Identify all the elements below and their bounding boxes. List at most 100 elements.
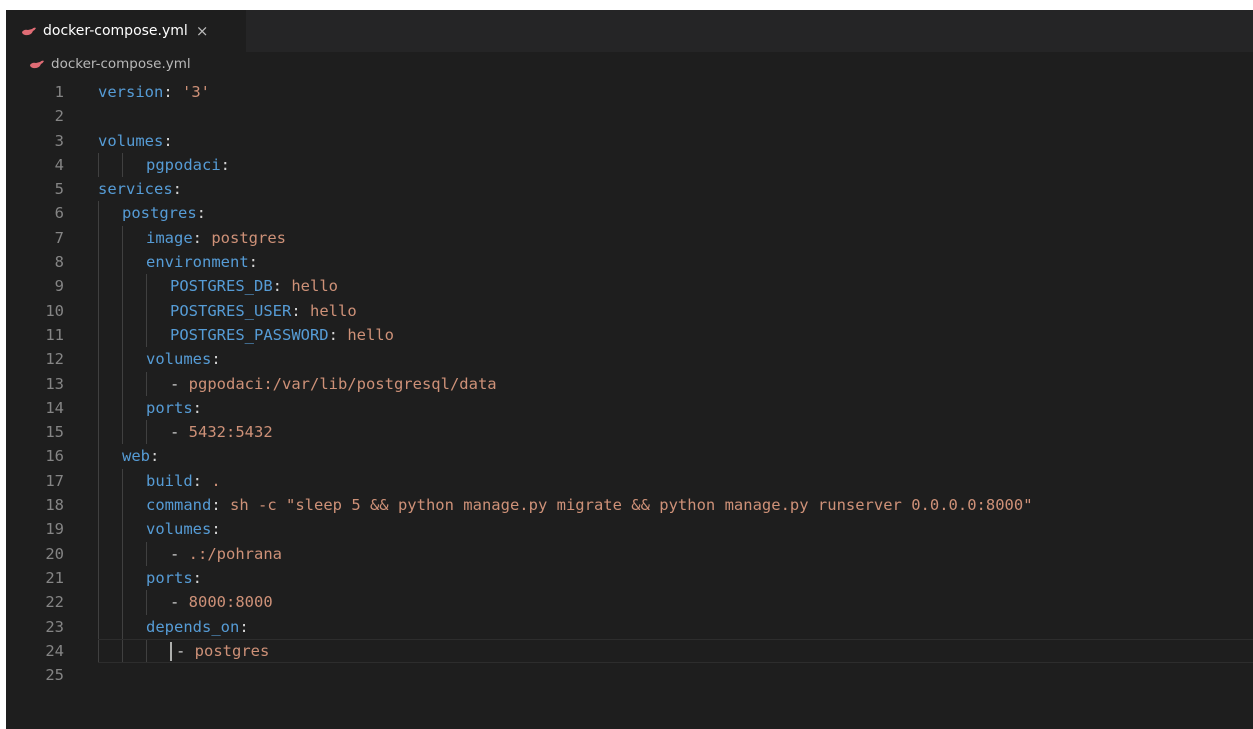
line-number: 5 (54, 180, 64, 199)
punctuation: : (172, 180, 182, 199)
code-content: POSTGRES_USER: hello (98, 299, 357, 323)
code-line[interactable]: 20 - .:/pohrana (6, 542, 1253, 566)
line-number: 18 (45, 496, 64, 515)
code-line[interactable]: 15 - 5432:5432 (6, 420, 1253, 444)
code-line[interactable]: 22 - 8000:8000 (6, 590, 1253, 614)
code-line[interactable]: 14 ports: (6, 396, 1253, 420)
indent-guide (98, 615, 122, 639)
indent-guide (98, 299, 122, 323)
code-line[interactable]: 16 web: (6, 444, 1253, 468)
line-number: 7 (54, 228, 64, 247)
code-line[interactable]: 4 pgpodaci: (6, 153, 1253, 177)
indent-guide (122, 274, 146, 298)
indent-guide (122, 347, 146, 371)
indent-guide (98, 469, 122, 493)
code-line[interactable]: 18 command: sh -c "sleep 5 && python mana… (6, 493, 1253, 517)
line-number: 17 (45, 471, 64, 490)
indent-guide (146, 372, 170, 396)
line-number: 8 (54, 253, 64, 272)
indent-guide (98, 542, 122, 566)
yaml-value: hello (291, 277, 338, 296)
indent-guide (146, 590, 170, 614)
indent-guide (98, 250, 122, 274)
code-line[interactable]: 8 environment: (6, 250, 1253, 274)
code-content: ports: (98, 396, 202, 420)
close-icon[interactable]: × (196, 23, 209, 39)
indent-guide (122, 250, 146, 274)
line-number: 16 (45, 447, 64, 466)
yaml-key: volumes (98, 131, 164, 150)
indent-guide (122, 153, 146, 177)
indent-guide (98, 444, 122, 468)
tab-bar: docker-compose.yml × (6, 10, 1253, 52)
indent-guide (98, 493, 122, 517)
code-line[interactable]: 17 build: . (6, 469, 1253, 493)
code-line[interactable]: 11 POSTGRES_PASSWORD: hello (6, 323, 1253, 347)
indent-guide (98, 226, 122, 250)
indent-guide (98, 396, 122, 420)
punctuation: - (170, 544, 189, 563)
code-content: - postgres (98, 639, 269, 663)
indent-guide (146, 274, 170, 298)
code-line[interactable]: 23 depends_on: (6, 615, 1253, 639)
yaml-key: build (146, 471, 193, 490)
code-content: volumes: (98, 347, 221, 371)
code-line[interactable]: 6 postgres: (6, 201, 1253, 225)
yaml-value: . (211, 471, 221, 490)
yaml-key: version (98, 83, 164, 101)
code-line[interactable]: 3 volumes: (6, 129, 1253, 153)
line-number: 4 (54, 155, 64, 174)
indent-guide (122, 323, 146, 347)
punctuation: : (211, 350, 221, 369)
punctuation: - (170, 374, 189, 393)
indent-guide (98, 323, 122, 347)
indent-guide (98, 420, 122, 444)
code-content: version: '3' (98, 80, 210, 104)
yaml-key: pgpodaci (146, 155, 221, 174)
code-line[interactable]: 5 services: (6, 177, 1253, 201)
yaml-value: 8000:8000 (188, 593, 273, 612)
punctuation: : (248, 253, 258, 272)
yaml-value: postgres (194, 641, 270, 660)
tab-docker-compose[interactable]: docker-compose.yml × (6, 10, 246, 52)
code-line[interactable]: 12 volumes: (6, 347, 1253, 371)
code-editor[interactable]: 1 version: '3' 2 3 volumes: 4 pgpodaci: 5 servic… (6, 80, 1253, 720)
indent-guide (122, 493, 146, 517)
punctuation: - (176, 641, 195, 660)
editor-window: docker-compose.yml × docker-compose.yml … (6, 10, 1253, 729)
yaml-value: postgres (211, 228, 286, 247)
indent-guide (122, 372, 146, 396)
indent-guide (98, 347, 122, 371)
code-line[interactable]: 13 - pgpodaci:/var/lib/postgresql/data (6, 372, 1253, 396)
code-content: volumes: (98, 129, 173, 153)
yaml-key: POSTGRES_DB (170, 277, 273, 296)
yaml-value: sh -c "sleep 5 && python manage.py migra… (230, 496, 1033, 515)
yaml-value: 5432:5432 (188, 423, 273, 442)
line-number: 1 (54, 83, 64, 101)
code-line[interactable]: 24 - postgres (6, 638, 1253, 664)
yaml-key: image (146, 228, 193, 247)
yaml-value: '3' (182, 83, 210, 101)
yaml-value: pgpodaci:/var/lib/postgresql/data (188, 374, 497, 393)
indent-guide (122, 226, 146, 250)
code-content: depends_on: (98, 615, 249, 639)
code-line[interactable]: 2 (6, 104, 1253, 128)
breadcrumb: docker-compose.yml (6, 52, 1253, 76)
code-line[interactable]: 9 POSTGRES_DB: hello (6, 274, 1253, 298)
code-content: command: sh -c "sleep 5 && python manage… (98, 493, 1033, 517)
breadcrumb-file[interactable]: docker-compose.yml (51, 56, 191, 72)
punctuation: : (239, 617, 249, 636)
code-line[interactable]: 25 (6, 663, 1253, 687)
code-line[interactable]: 21 ports: (6, 566, 1253, 590)
code-line[interactable]: 19 volumes: (6, 517, 1253, 541)
punctuation: - (170, 593, 189, 612)
punctuation: : (192, 398, 203, 417)
code-line[interactable]: 10 POSTGRES_USER: hello (6, 299, 1253, 323)
indent-guide (146, 420, 170, 444)
docker-whale-icon (22, 27, 36, 36)
code-content: - pgpodaci:/var/lib/postgresql/data (98, 372, 497, 396)
code-line[interactable]: 1 version: '3' (6, 80, 1253, 104)
code-content: pgpodaci: (98, 153, 230, 177)
punctuation: - (170, 423, 189, 442)
code-line[interactable]: 7 image: postgres (6, 226, 1253, 250)
